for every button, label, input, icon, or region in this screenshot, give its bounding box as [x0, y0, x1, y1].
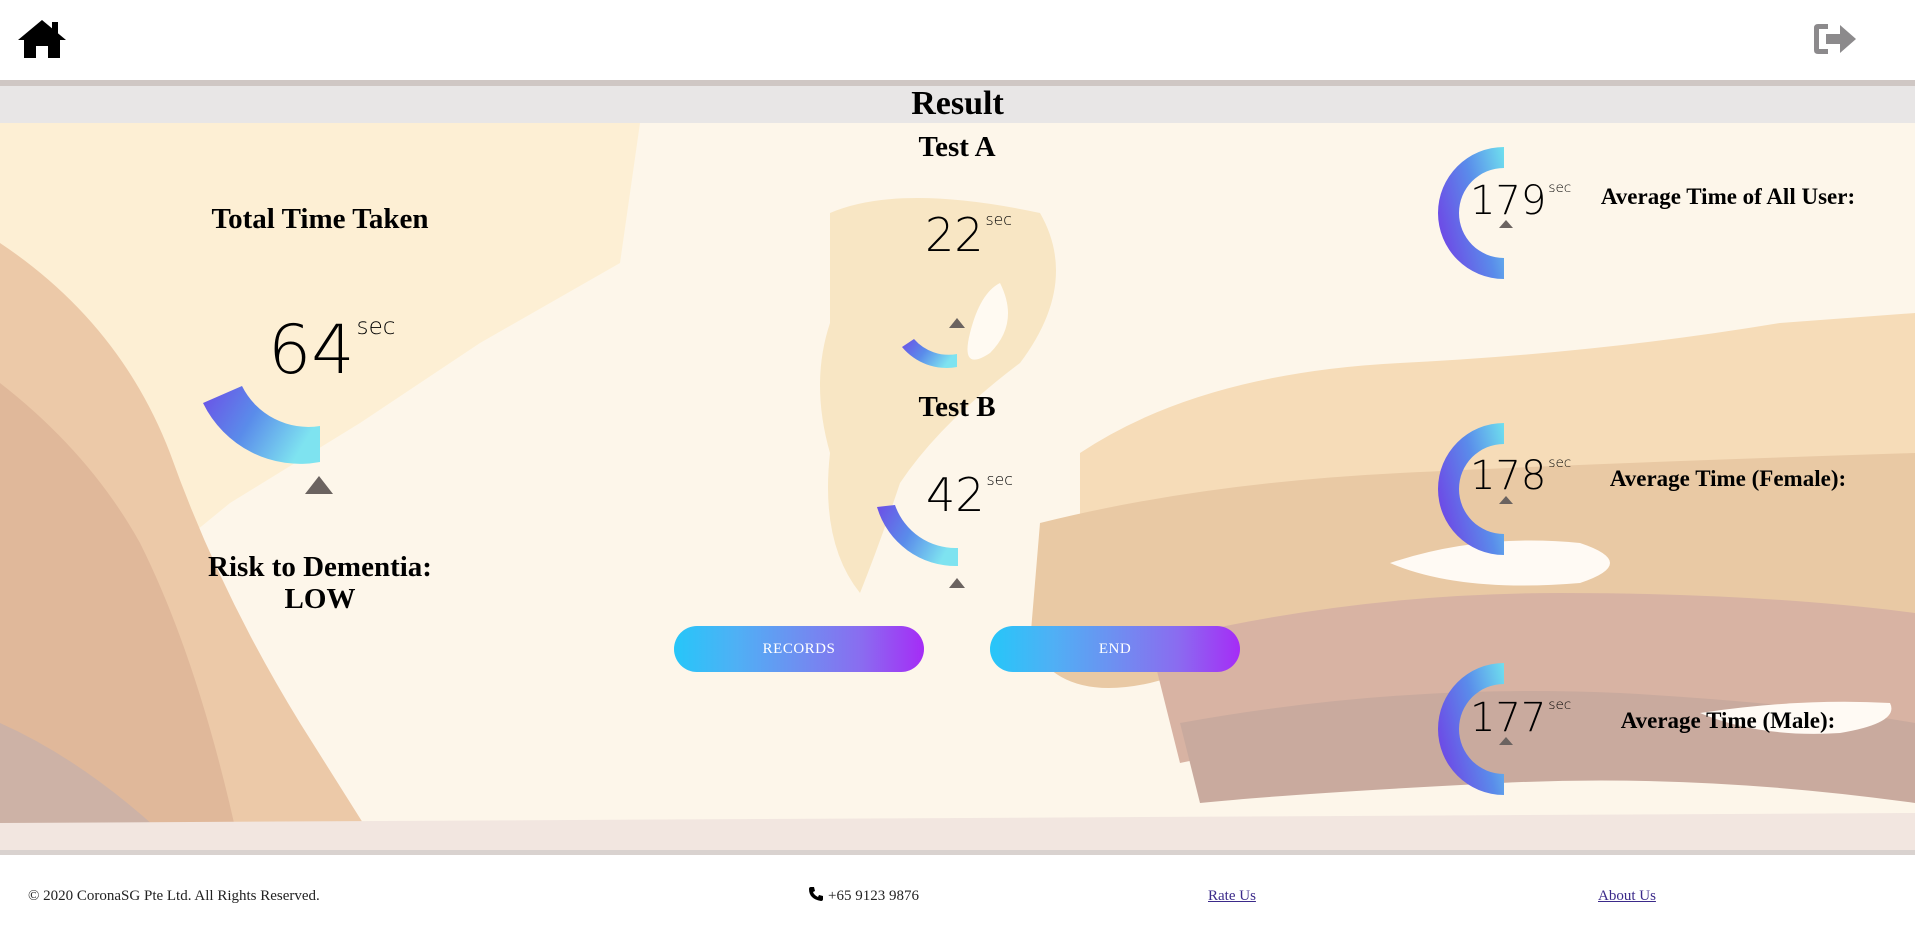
avg-all-value: 179 sec	[1470, 178, 1571, 224]
test-a-unit: sec	[985, 210, 1012, 230]
avg-female-number: 178	[1470, 453, 1547, 499]
test-b-heading: Test B	[918, 391, 996, 423]
test-a-number: 22	[925, 208, 984, 262]
rate-us-link[interactable]: Rate Us	[1208, 886, 1256, 906]
avg-male-number: 177	[1470, 695, 1547, 741]
avg-all-pointer-icon	[1499, 220, 1513, 228]
phone-number: +65 9123 9876	[828, 888, 919, 904]
result-panel: Total Time Taken 64sec Risk to Dementia:…	[0, 123, 1915, 850]
avg-all-label: Average Time of All User:	[1600, 184, 1856, 209]
avg-male-value: 177 sec	[1470, 695, 1571, 741]
total-time-value: 64sec	[268, 311, 396, 390]
avg-female-unit: sec	[1548, 455, 1572, 472]
avg-female-pointer-icon	[1499, 496, 1513, 504]
test-a-heading: Test A	[918, 131, 996, 163]
avg-male-unit: sec	[1548, 697, 1572, 714]
total-time-gauge	[203, 386, 320, 464]
avg-female-label: Average Time (Female):	[1609, 466, 1847, 491]
home-icon[interactable]	[16, 18, 68, 60]
avg-all-number: 179	[1470, 178, 1547, 224]
avg-female-value: 178 sec	[1470, 453, 1571, 499]
avg-all-unit: sec	[1548, 180, 1572, 197]
risk-value: LOW	[284, 583, 356, 615]
risk-label: Risk to Dementia:	[208, 551, 432, 583]
top-bar	[0, 0, 1915, 80]
test-a-gauge	[902, 339, 957, 368]
test-b-gauge	[877, 505, 958, 567]
avg-male-pointer-icon	[1499, 737, 1513, 745]
phone-icon	[809, 887, 823, 901]
page-title: Result	[0, 86, 1915, 123]
total-time-number: 64	[268, 311, 355, 390]
test-b-pointer-icon	[949, 578, 965, 588]
test-a-pointer-icon	[949, 318, 965, 328]
total-time-heading: Total Time Taken	[211, 203, 429, 235]
test-b-unit: sec	[986, 470, 1013, 490]
end-button[interactable]: END	[990, 626, 1240, 672]
avg-male-label: Average Time (Male):	[1620, 708, 1836, 733]
total-time-unit: sec	[356, 314, 396, 341]
records-button[interactable]: RECORDS	[674, 626, 924, 672]
about-us-link[interactable]: About Us	[1598, 886, 1656, 906]
footer: © 2020 CoronaSG Pte Ltd. All Rights Rese…	[0, 855, 1915, 931]
total-time-pointer-icon	[305, 476, 333, 494]
logout-icon[interactable]	[1812, 20, 1858, 58]
copyright-text: © 2020 CoronaSG Pte Ltd. All Rights Rese…	[28, 888, 320, 904]
test-a-value: 22 sec	[925, 208, 1012, 262]
phone-contact: +65 9123 9876	[808, 886, 919, 906]
